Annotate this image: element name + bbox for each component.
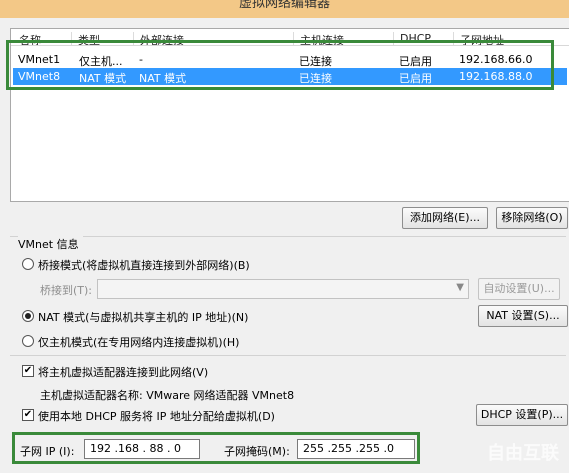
divider (10, 236, 566, 237)
cell-external: - (139, 53, 143, 66)
adapter-name-text: 主机虚拟适配器名称: VMware 网络适配器 VMnet8 (40, 389, 295, 402)
bridged-to-select[interactable]: ▼ (97, 279, 469, 299)
host-only-radio[interactable] (22, 335, 34, 347)
title-bar: 虚拟网络编辑器 (0, 0, 569, 18)
bridged-to-label: 桥接到(T): (40, 284, 93, 297)
nat-mode-radio[interactable] (22, 310, 34, 322)
table-row-vmnet1[interactable]: VMnet1 仅主机... - 已连接 已启用 192.168.66.0 (13, 51, 567, 68)
use-dhcp-label[interactable]: 使用本地 DHCP 服务将 IP 地址分配给虚拟机(D) (38, 408, 275, 424)
network-list[interactable]: 名称 类型 外部连接 主机连接 DHCP 子网地址 VMnet1 仅主机... … (10, 28, 569, 202)
bridged-mode-radio[interactable] (22, 258, 34, 270)
subnet-mask-input[interactable]: 255 .255 .255 .0 (297, 439, 415, 459)
checkmark-icon: ✔ (23, 365, 33, 376)
table-row-vmnet8[interactable]: VMnet8 NAT 模式 NAT 模式 已连接 已启用 192.168.88.… (13, 68, 567, 85)
cell-host: 已连接 (299, 55, 332, 68)
dhcp-settings-button[interactable]: DHCP 设置(P)... (476, 404, 568, 426)
add-network-button[interactable]: 添加网络(E)... (402, 207, 488, 229)
connect-adapter-checkbox[interactable]: ✔ (22, 365, 34, 377)
auto-settings-button[interactable]: 自动设置(U)... (478, 278, 560, 300)
cell-subnet: 192.168.88.0 (459, 70, 533, 83)
bridged-mode-label[interactable]: 桥接模式(将虚拟机直接连接到外部网络)(B) (38, 257, 250, 273)
cell-name: VMnet1 (18, 53, 61, 66)
cell-host: 已连接 (299, 72, 332, 85)
cell-subnet: 192.168.66.0 (459, 53, 533, 66)
subnet-ip-input[interactable]: 192 .168 . 88 . 0 (84, 439, 200, 459)
checkmark-icon: ✔ (23, 409, 33, 420)
column-header-host[interactable]: 主机连接 (293, 32, 344, 45)
column-header-name[interactable]: 名称 (11, 32, 41, 45)
column-header-dhcp[interactable]: DHCP (393, 32, 431, 45)
vmnet-info-group-label: VMnet 信息 (18, 236, 83, 252)
column-header-type[interactable]: 类型 (71, 32, 100, 45)
window-title: 虚拟网络编辑器 (238, 0, 330, 11)
connect-adapter-label[interactable]: 将主机虚拟适配器连接到此网络(V) (38, 364, 208, 380)
column-header-external[interactable]: 外部连接 (133, 32, 184, 45)
cell-name: VMnet8 (18, 70, 61, 83)
subnet-mask-label: 子网掩码(M): (224, 445, 290, 458)
cell-external: NAT 模式 (139, 72, 187, 85)
cell-type: 仅主机... (79, 55, 123, 68)
host-only-label[interactable]: 仅主机模式(在专用网络内连接虚拟机)(H) (38, 334, 239, 350)
cell-dhcp: 已启用 (399, 72, 432, 85)
use-dhcp-checkbox[interactable]: ✔ (22, 409, 34, 421)
subnet-ip-label: 子网 IP (I): (20, 445, 75, 458)
nat-mode-label[interactable]: NAT 模式(与虚拟机共享主机的 IP 地址)(N) (38, 309, 248, 325)
nat-settings-button[interactable]: NAT 设置(S)... (478, 305, 568, 327)
chevron-down-icon: ▼ (456, 282, 464, 293)
divider (10, 355, 566, 356)
column-header-subnet[interactable]: 子网地址 (453, 32, 504, 45)
remove-network-button[interactable]: 移除网络(O) (496, 207, 568, 229)
cell-type: NAT 模式 (79, 72, 127, 85)
cell-dhcp: 已启用 (399, 55, 432, 68)
list-header: 名称 类型 外部连接 主机连接 DHCP 子网地址 (11, 29, 569, 46)
watermark: 自由互联 (487, 443, 559, 464)
